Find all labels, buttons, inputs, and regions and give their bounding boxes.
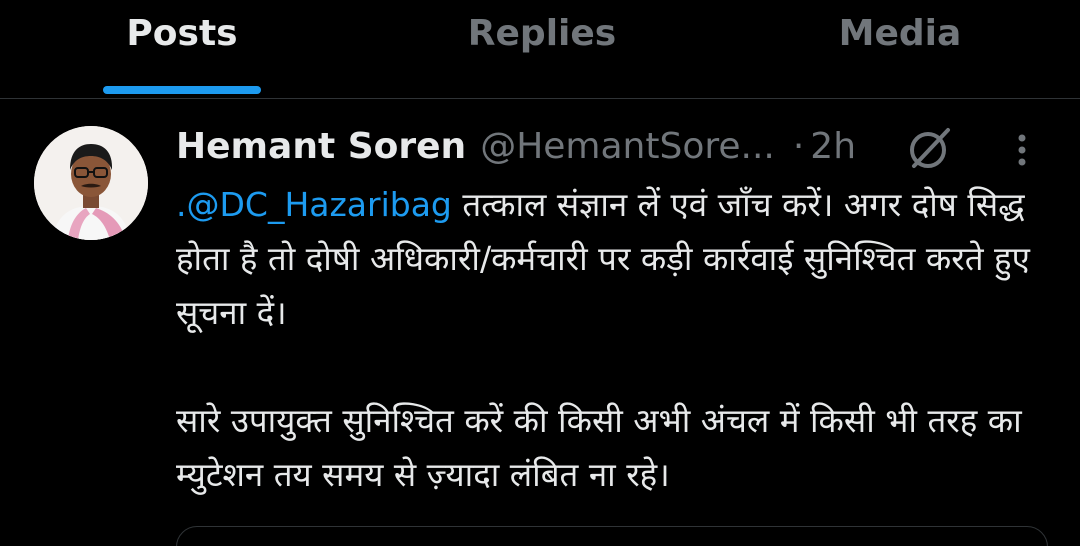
grok-icon[interactable] xyxy=(906,124,954,172)
post-header: Hemant Soren @HemantSore... · 2h xyxy=(176,118,856,174)
embedded-card[interactable] xyxy=(176,526,1048,546)
mention-link[interactable]: .@DC_Hazaribag xyxy=(176,185,452,224)
profile-tabs: Posts Replies Media xyxy=(0,0,1080,99)
active-tab-indicator xyxy=(103,86,261,94)
post-paragraph: .@DC_Hazaribag तत्काल संज्ञान लें एवं जा… xyxy=(176,178,1056,340)
avatar[interactable] xyxy=(34,126,148,240)
profile-posts-view: Posts Replies Media Hemant Soren @Hemant… xyxy=(0,0,1080,546)
tab-posts-label: Posts xyxy=(126,13,238,54)
post-paragraph-text: सारे उपायुक्त सुनिश्चित करें की किसी अभी… xyxy=(176,401,1022,494)
author-handle[interactable]: @HemantSore... xyxy=(480,126,775,167)
post-paragraph: सारे उपायुक्त सुनिश्चित करें की किसी अभी… xyxy=(176,394,1056,502)
tab-media-label: Media xyxy=(838,13,962,54)
tab-media[interactable]: Media xyxy=(778,0,1022,98)
time-separator: · xyxy=(792,125,805,167)
author-name[interactable]: Hemant Soren xyxy=(176,126,466,167)
more-vertical-icon[interactable] xyxy=(1010,130,1034,170)
post-text: .@DC_Hazaribag तत्काल संज्ञान लें एवं जा… xyxy=(176,178,1056,502)
tab-posts[interactable]: Posts xyxy=(60,0,304,98)
post-timestamp[interactable]: 2h xyxy=(810,126,856,167)
tab-replies-label: Replies xyxy=(467,13,617,54)
tab-replies[interactable]: Replies xyxy=(420,0,664,98)
